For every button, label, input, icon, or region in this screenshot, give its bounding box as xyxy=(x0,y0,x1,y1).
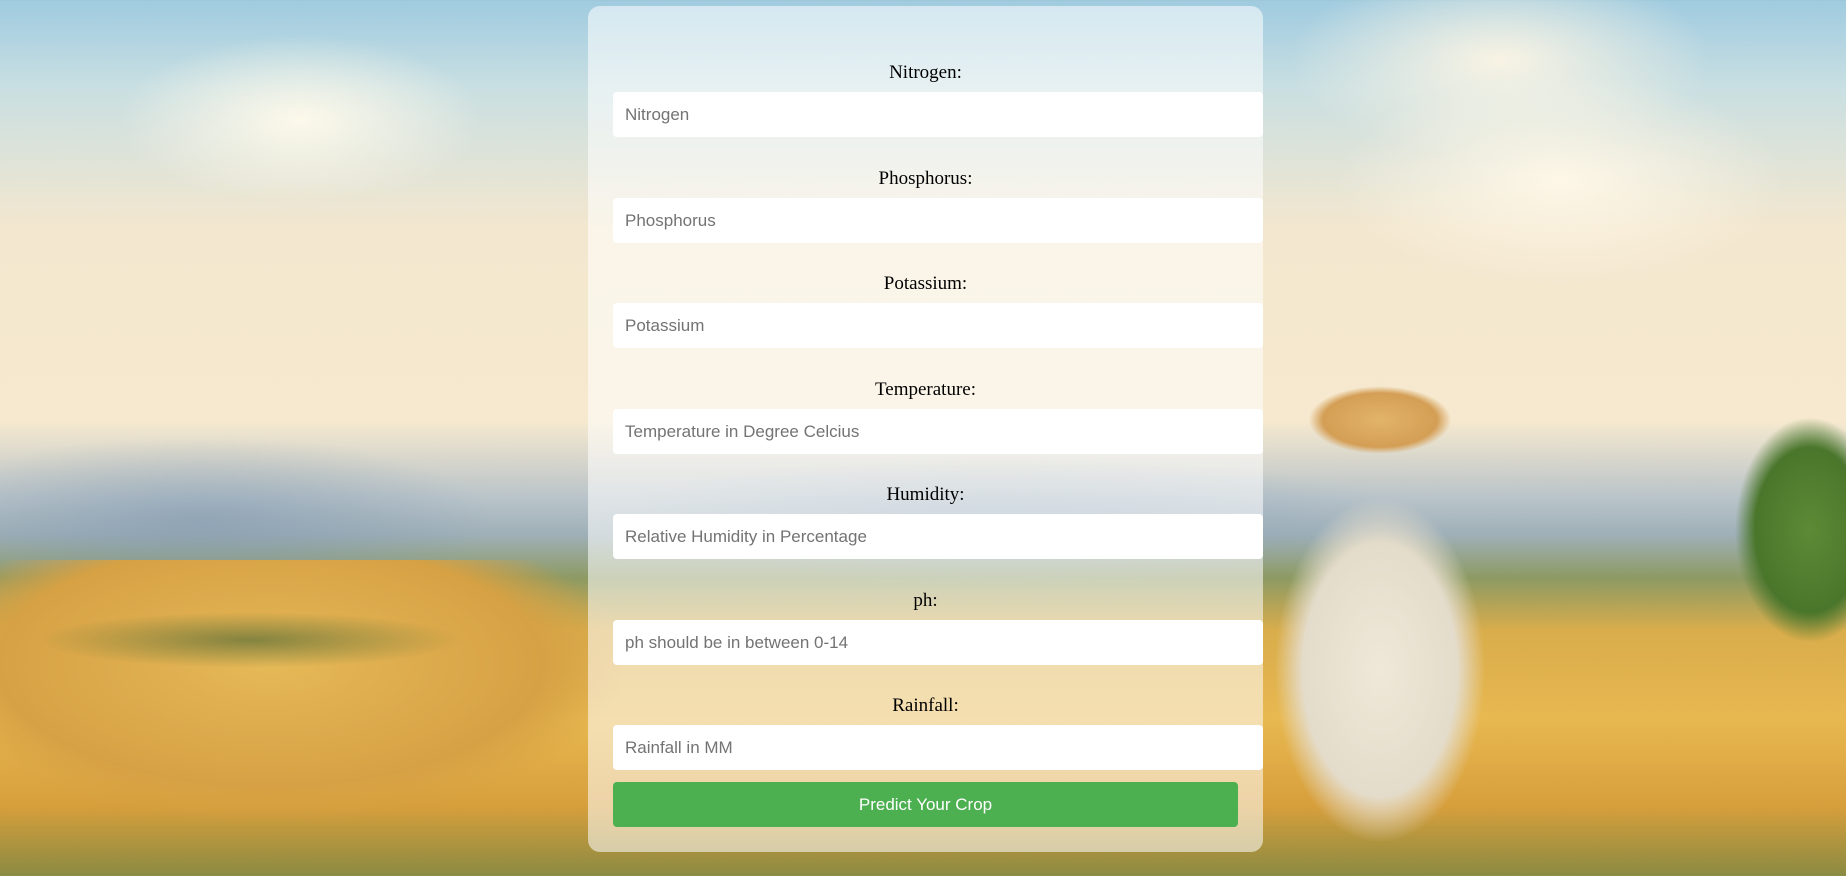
crop-prediction-form: Nitrogen: Phosphorus: Potassium: Tempera… xyxy=(588,6,1263,852)
potassium-input[interactable] xyxy=(613,303,1263,348)
background-field-hill xyxy=(0,560,620,820)
nitrogen-label: Nitrogen: xyxy=(889,62,962,83)
humidity-input[interactable] xyxy=(613,514,1263,559)
phosphorus-label: Phosphorus: xyxy=(878,168,973,189)
temperature-input[interactable] xyxy=(613,409,1263,454)
phosphorus-input[interactable] xyxy=(613,198,1263,243)
potassium-label: Potassium: xyxy=(883,273,968,294)
background-tree xyxy=(1690,380,1846,680)
humidity-label: Humidity: xyxy=(886,484,965,505)
ph-label: ph: xyxy=(913,590,938,611)
rainfall-input[interactable] xyxy=(613,725,1263,770)
rainfall-label: Rainfall: xyxy=(892,695,959,716)
temperature-label: Temperature: xyxy=(874,379,976,400)
background-farmer-hat xyxy=(1280,340,1480,460)
nitrogen-input[interactable] xyxy=(613,92,1263,137)
ph-input[interactable] xyxy=(613,620,1263,665)
background-treeline xyxy=(0,560,620,680)
background-farmer xyxy=(1230,470,1530,876)
predict-crop-button[interactable]: Predict Your Crop xyxy=(613,782,1238,827)
